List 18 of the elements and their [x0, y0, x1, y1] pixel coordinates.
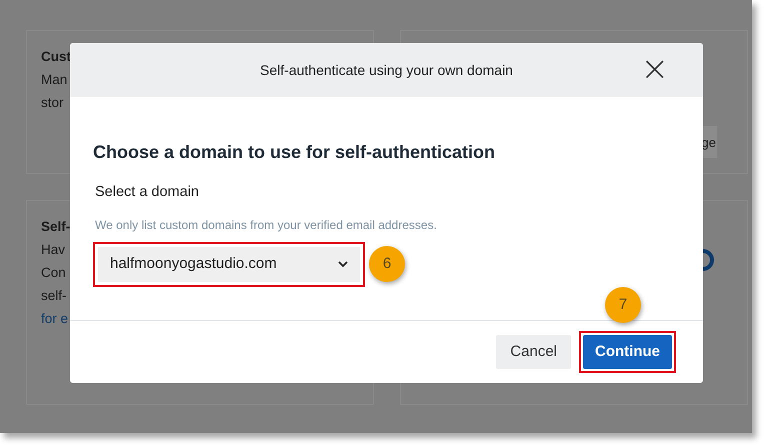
close-button[interactable]: × — [638, 52, 671, 86]
card-text: stor — [41, 94, 64, 112]
card-title: Cust — [41, 48, 71, 66]
continue-button[interactable]: Continue — [583, 335, 672, 369]
step-callout: 7 — [605, 287, 641, 323]
domain-select[interactable]: halfmoonyogastudio.com — [98, 246, 360, 282]
caret-icon — [338, 260, 348, 268]
card-text: Man — [41, 71, 68, 89]
dialog-heading: Choose a domain to use for self-authentication — [93, 141, 496, 164]
card-text: Hav — [41, 241, 66, 259]
dialog-title: Self-authenticate using your own domain — [260, 60, 513, 80]
card-text: Con — [41, 264, 66, 282]
card-title: Self- — [41, 218, 70, 236]
card-text: self- — [41, 287, 67, 305]
field-label: Select a domain — [95, 183, 200, 202]
step-callout: 6 — [369, 246, 405, 282]
hint-text: We only list custom domains from your verified email addresses. — [95, 216, 438, 234]
cancel-button[interactable]: Cancel — [496, 335, 571, 369]
